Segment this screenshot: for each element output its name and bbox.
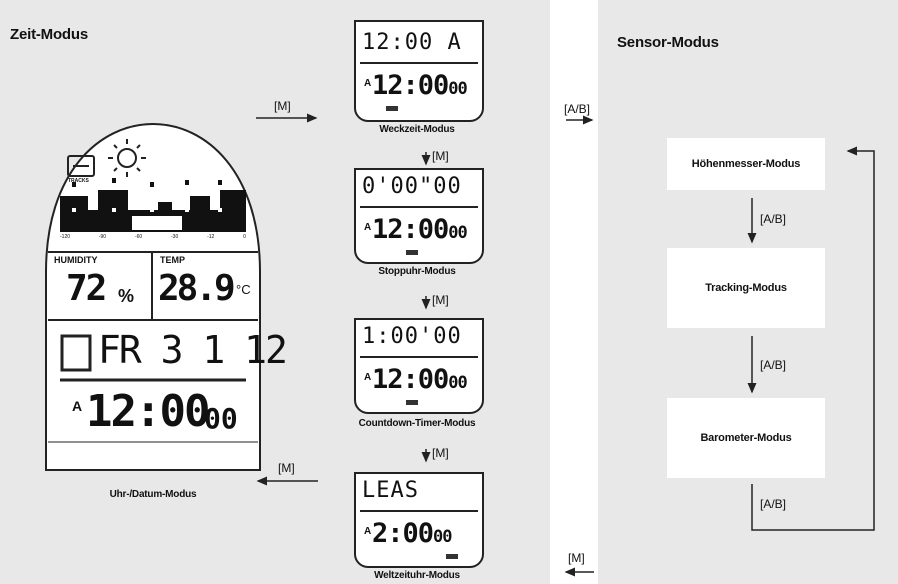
m-label-center: [M] — [568, 551, 585, 565]
m-label-back: [M] — [278, 461, 295, 475]
m-label-2: [M] — [432, 293, 449, 307]
m-label-3: [M] — [432, 446, 449, 460]
m-label-top: [M] — [274, 99, 291, 113]
arrow-loop-back — [751, 146, 875, 531]
ab-label-2: [A/B] — [760, 358, 787, 372]
ab-label-center: [A/B] — [564, 102, 591, 116]
ab-label-1: [A/B] — [760, 212, 787, 226]
m-label-1: [M] — [432, 149, 449, 163]
ab-label-3: [A/B] — [760, 497, 787, 511]
